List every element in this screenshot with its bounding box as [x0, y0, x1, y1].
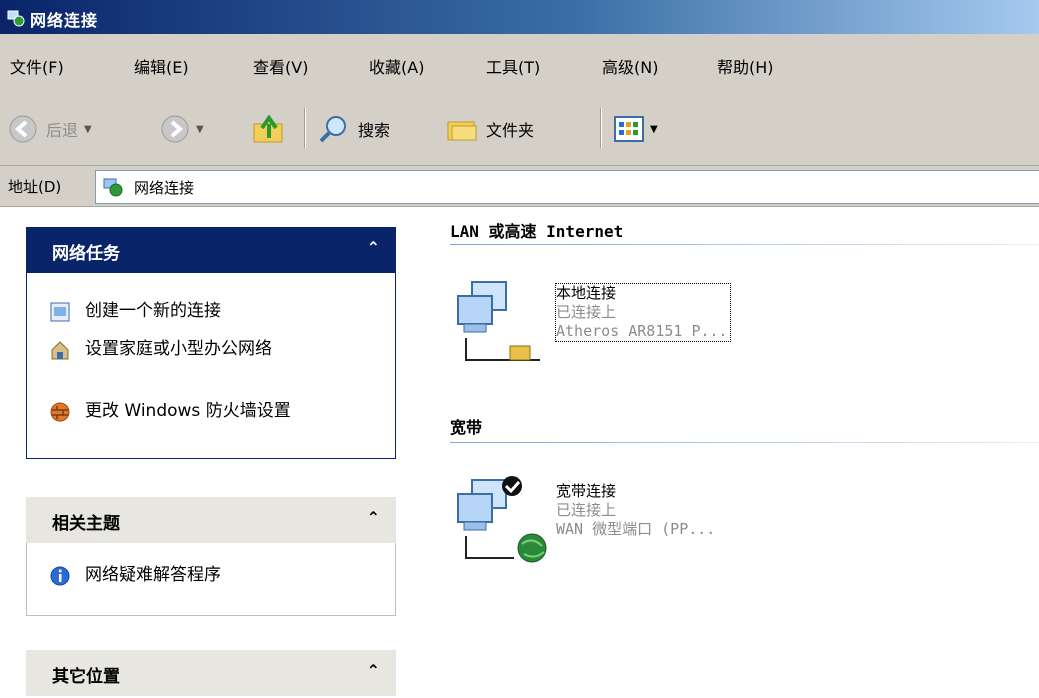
connection-device: Atheros AR8151 P... — [556, 322, 728, 340]
menu-favorites[interactable]: 收藏(A) — [369, 54, 424, 78]
group-divider — [450, 442, 1039, 443]
folders-button[interactable]: 文件夹 — [446, 114, 534, 144]
connection-status: 已连接上 — [556, 303, 617, 321]
network-tasks-panel: 网络任务 ⌃ 创建一个新的连接 设置家庭或小型办公网络 更改 Windows 防… — [26, 227, 396, 459]
local-connection-info: 本地连接 已连接上 Atheros AR8151 P... — [555, 283, 731, 342]
task-pane: 网络任务 ⌃ 创建一个新的连接 设置家庭或小型办公网络 更改 Windows 防… — [0, 207, 420, 698]
collapse-icon[interactable]: ⌃ — [367, 238, 380, 257]
network-tasks-title: 网络任务 — [52, 244, 120, 264]
forward-button[interactable]: ▼ — [160, 114, 204, 144]
up-folder-button[interactable] — [252, 114, 286, 144]
info-icon — [50, 566, 70, 586]
forward-arrow-icon — [161, 115, 189, 143]
other-places-header[interactable]: 其它位置 ⌃ — [26, 650, 396, 696]
views-button[interactable]: ▼ — [614, 114, 658, 144]
back-label: 后退 — [46, 121, 79, 140]
broadband-connection-icon — [457, 476, 547, 563]
task-label: 更改 Windows 防火墙设置 — [85, 401, 291, 421]
views-icon — [614, 116, 644, 142]
address-bar: 地址(D) 网络连接 — [0, 166, 1039, 207]
search-icon — [319, 116, 346, 143]
menu-bar: 文件(F) 编辑(E) 查看(V) 收藏(A) 工具(T) 高级(N) 帮助(H… — [0, 34, 1039, 93]
menu-tools[interactable]: 工具(T) — [486, 54, 540, 78]
address-value: 网络连接 — [134, 179, 195, 197]
network-troubleshooter-link[interactable]: 网络疑难解答程序 — [49, 565, 355, 587]
network-tasks-header[interactable]: 网络任务 ⌃ — [26, 227, 396, 273]
network-connections-icon — [7, 10, 25, 27]
toolbar-separator — [304, 108, 306, 148]
related-topics-title: 相关主题 — [52, 514, 120, 534]
back-arrow-icon — [9, 115, 37, 143]
menu-edit[interactable]: 编辑(E) — [134, 54, 189, 78]
collapse-icon[interactable]: ⌃ — [367, 508, 380, 527]
connection-name: 本地连接 — [556, 284, 617, 302]
window-title: 网络连接 — [30, 11, 99, 30]
connection-device: WAN 微型端口 (PP... — [556, 520, 716, 538]
chevron-down-icon[interactable]: ▼ — [650, 124, 658, 135]
search-button[interactable]: 搜索 — [318, 114, 390, 144]
toolbar-separator — [600, 108, 602, 148]
menu-advanced[interactable]: 高级(N) — [602, 54, 658, 78]
menu-file[interactable]: 文件(F) — [10, 54, 64, 78]
folders-icon — [447, 121, 477, 141]
address-input[interactable]: 网络连接 — [95, 170, 1039, 204]
create-connection-link[interactable]: 创建一个新的连接 — [49, 301, 355, 323]
related-topics-panel: 相关主题 ⌃ 网络疑难解答程序 — [26, 497, 396, 616]
connection-name: 宽带连接 — [556, 482, 617, 500]
menu-help[interactable]: 帮助(H) — [717, 54, 774, 78]
lan-connection-icon — [457, 281, 540, 361]
toolbar: 后退 ▼ ▼ 搜索 文件夹 ▼ — [0, 92, 1039, 166]
network-tasks-body: 创建一个新的连接 设置家庭或小型办公网络 更改 Windows 防火墙设置 — [26, 273, 396, 459]
related-topics-header[interactable]: 相关主题 ⌃ — [26, 497, 396, 543]
folders-label: 文件夹 — [486, 121, 535, 140]
firewall-settings-link[interactable]: 更改 Windows 防火墙设置 — [49, 401, 355, 423]
firewall-icon — [50, 402, 70, 422]
chevron-down-icon[interactable]: ▼ — [84, 124, 92, 135]
connection-status: 已连接上 — [556, 501, 617, 519]
new-connection-icon — [50, 302, 70, 322]
broadband-connection-info: 宽带连接 已连接上 WAN 微型端口 (PP... — [556, 482, 715, 539]
task-label: 创建一个新的连接 — [85, 301, 221, 321]
up-folder-icon — [253, 114, 283, 143]
back-button[interactable]: 后退 ▼ — [8, 114, 92, 144]
title-bar[interactable]: 网络连接 — [0, 0, 1039, 34]
address-label: 地址(D) — [8, 178, 62, 196]
group-divider — [450, 244, 1039, 245]
chevron-down-icon[interactable]: ▼ — [196, 124, 204, 135]
task-label: 网络疑难解答程序 — [85, 565, 221, 585]
group-header-broadband: 宽带 — [450, 418, 483, 437]
group-header-lan: LAN 或高速 Internet — [450, 222, 624, 241]
related-topics-body: 网络疑难解答程序 — [26, 543, 396, 616]
local-connection-item[interactable]: 本地连接 已连接上 Atheros AR8151 P... — [450, 278, 850, 368]
menu-view[interactable]: 查看(V) — [253, 54, 308, 78]
home-network-setup-link[interactable]: 设置家庭或小型办公网络 — [49, 339, 355, 361]
collapse-icon[interactable]: ⌃ — [367, 661, 380, 680]
task-label: 设置家庭或小型办公网络 — [85, 339, 272, 359]
home-network-icon — [51, 341, 69, 360]
other-places-title: 其它位置 — [52, 667, 120, 687]
search-label: 搜索 — [358, 121, 391, 140]
network-connections-icon — [103, 178, 123, 197]
other-places-panel: 其它位置 ⌃ — [26, 650, 396, 696]
broadband-connection-item[interactable]: 宽带连接 已连接上 WAN 微型端口 (PP... — [450, 476, 850, 566]
